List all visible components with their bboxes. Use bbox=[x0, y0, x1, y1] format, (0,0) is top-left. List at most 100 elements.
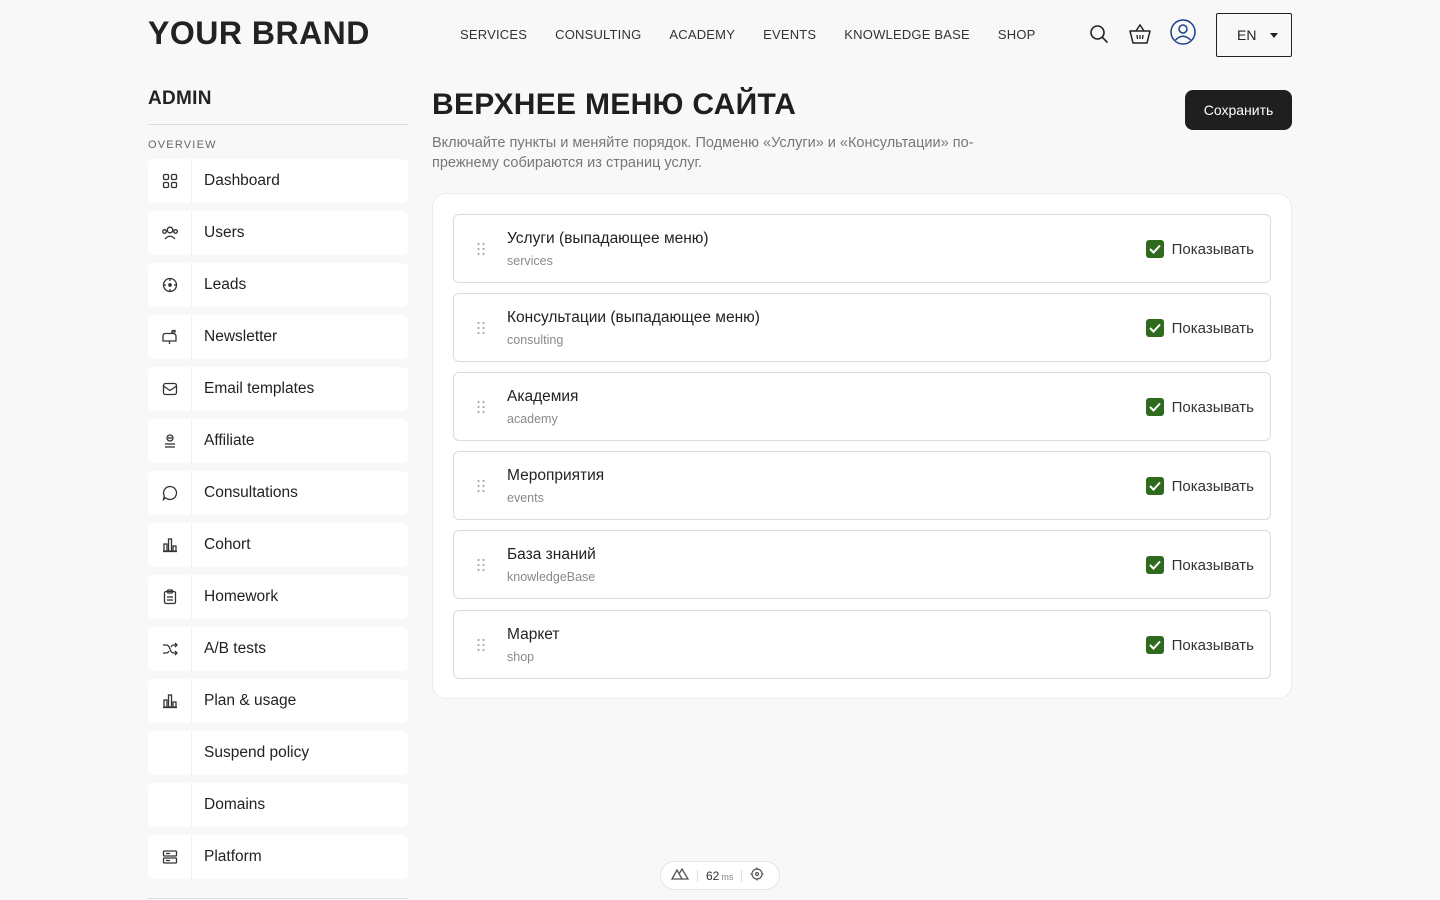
sidebar-item-label: Plan & usage bbox=[204, 692, 297, 709]
show-label: Показывать bbox=[1171, 398, 1254, 416]
show-checkbox[interactable]: Показывать bbox=[1145, 636, 1254, 654]
nav-events[interactable]: EVENTS bbox=[763, 27, 816, 42]
sidebar-title: ADMIN bbox=[148, 88, 408, 125]
users-icon bbox=[148, 211, 192, 255]
search-icon[interactable] bbox=[1087, 22, 1111, 46]
brand-logo[interactable]: YOUR BRAND bbox=[148, 15, 370, 52]
menu-item-row[interactable]: Услуги (выпадающее меню) services Показы… bbox=[453, 214, 1271, 283]
show-checkbox[interactable]: Показывать bbox=[1145, 398, 1254, 416]
sidebar-item-label: Platform bbox=[204, 848, 262, 865]
checkbox-checked-icon[interactable] bbox=[1145, 556, 1164, 574]
menu-item-row[interactable]: Мероприятия events Показывать bbox=[453, 451, 1271, 520]
menu-item-title: Маркет bbox=[507, 626, 560, 643]
show-checkbox[interactable]: Показывать bbox=[1145, 319, 1254, 337]
grid-icon bbox=[148, 159, 192, 203]
chevron-down-icon bbox=[1270, 33, 1278, 38]
checkbox-checked-icon[interactable] bbox=[1145, 240, 1164, 258]
blank-icon bbox=[148, 731, 192, 775]
checkbox-checked-icon[interactable] bbox=[1145, 477, 1164, 495]
sidebar-item-platform[interactable]: Platform bbox=[148, 835, 408, 879]
target-icon bbox=[148, 263, 192, 307]
show-checkbox[interactable]: Показывать bbox=[1145, 556, 1254, 574]
chat-icon bbox=[148, 471, 192, 515]
sidebar-section-label: OVERVIEW bbox=[148, 139, 217, 151]
cart-icon[interactable] bbox=[1128, 22, 1152, 46]
admin-sidebar: ADMIN OVERVIEW Dashboard Users Leads New bbox=[148, 88, 408, 887]
nav-academy[interactable]: ACADEMY bbox=[669, 27, 735, 42]
sidebar-item-suspend-policy[interactable]: Suspend policy bbox=[148, 731, 408, 775]
nav-shop[interactable]: SHOP bbox=[998, 27, 1036, 42]
site-header: YOUR BRAND SERVICES CONSULTING ACADEMY E… bbox=[0, 0, 1440, 70]
menu-item-key: services bbox=[507, 254, 553, 268]
sidebar-item-label: Users bbox=[204, 224, 245, 241]
sidebar-item-consultations[interactable]: Consultations bbox=[148, 471, 408, 515]
show-label: Показывать bbox=[1171, 556, 1254, 574]
menu-item-key: shop bbox=[507, 650, 535, 664]
sidebar-item-label: Cohort bbox=[204, 536, 251, 553]
server-icon bbox=[148, 835, 192, 879]
perf-unit: ms bbox=[721, 871, 734, 882]
menu-item-key: academy bbox=[507, 412, 558, 426]
show-label: Показывать bbox=[1171, 319, 1254, 337]
drag-handle-icon[interactable] bbox=[476, 242, 486, 256]
sidebar-item-homework[interactable]: Homework bbox=[148, 575, 408, 619]
sidebar-item-label: Homework bbox=[204, 588, 279, 605]
bar-chart-icon bbox=[148, 679, 192, 723]
drag-handle-icon[interactable] bbox=[476, 321, 486, 335]
checkbox-checked-icon[interactable] bbox=[1145, 319, 1164, 337]
menu-item-title: Мероприятия bbox=[507, 467, 605, 484]
bar-chart-icon bbox=[148, 523, 192, 567]
menu-item-key: knowledgeBase bbox=[507, 570, 596, 584]
sidebar-item-label: Consultations bbox=[204, 484, 298, 501]
menu-items-card: Услуги (выпадающее меню) services Показы… bbox=[432, 193, 1292, 699]
menu-item-row[interactable]: Маркет shop Показывать bbox=[453, 610, 1271, 679]
sidebar-item-affiliate[interactable]: Affiliate bbox=[148, 419, 408, 463]
checkbox-checked-icon[interactable] bbox=[1145, 636, 1164, 654]
menu-item-row[interactable]: Консультации (выпадающее меню) consultin… bbox=[453, 293, 1271, 362]
affiliate-icon bbox=[148, 419, 192, 463]
nav-consulting[interactable]: CONSULTING bbox=[555, 27, 641, 42]
drag-handle-icon[interactable] bbox=[476, 638, 486, 652]
menu-item-row[interactable]: Академия academy Показывать bbox=[453, 372, 1271, 441]
menu-item-title: База знаний bbox=[507, 546, 596, 563]
menu-item-key: events bbox=[507, 491, 544, 505]
show-label: Показывать bbox=[1171, 477, 1254, 495]
drag-handle-icon[interactable] bbox=[476, 400, 486, 414]
language-value: EN bbox=[1237, 27, 1257, 43]
shuffle-icon bbox=[148, 627, 192, 671]
menu-item-row[interactable]: База знаний knowledgeBase Показывать bbox=[453, 530, 1271, 599]
sidebar-item-label: Affiliate bbox=[204, 432, 255, 449]
sidebar-item-label: Newsletter bbox=[204, 328, 278, 345]
nav-knowledge-base[interactable]: KNOWLEDGE BASE bbox=[844, 27, 970, 42]
nav-services[interactable]: SERVICES bbox=[460, 27, 527, 42]
sidebar-item-domains[interactable]: Domains bbox=[148, 783, 408, 827]
drag-handle-icon[interactable] bbox=[476, 558, 486, 572]
sidebar-item-label: Dashboard bbox=[204, 172, 280, 189]
sidebar-item-ab-tests[interactable]: A/B tests bbox=[148, 627, 408, 671]
save-button[interactable]: Сохранить bbox=[1185, 90, 1292, 130]
page-title: ВЕРХНЕЕ МЕНЮ САЙТА bbox=[432, 88, 797, 121]
sidebar-item-leads[interactable]: Leads bbox=[148, 263, 408, 307]
perf-divider bbox=[741, 869, 743, 882]
sidebar-item-label: Suspend policy bbox=[204, 744, 310, 761]
sidebar-item-newsletter[interactable]: Newsletter bbox=[148, 315, 408, 359]
sidebar-item-plan-usage[interactable]: Plan & usage bbox=[148, 679, 408, 723]
devtools-perf-badge[interactable]: 62 ms bbox=[660, 861, 780, 890]
sidebar-item-cohort[interactable]: Cohort bbox=[148, 523, 408, 567]
sidebar-item-label: Domains bbox=[204, 796, 266, 813]
sidebar-item-email-templates[interactable]: Email templates bbox=[148, 367, 408, 411]
envelope-icon bbox=[148, 367, 192, 411]
sidebar-item-dashboard[interactable]: Dashboard bbox=[148, 159, 408, 203]
show-checkbox[interactable]: Показывать bbox=[1145, 477, 1254, 495]
show-label: Показывать bbox=[1171, 636, 1254, 654]
sidebar-divider bbox=[148, 898, 408, 899]
language-select[interactable]: EN bbox=[1216, 13, 1292, 57]
perf-value: 62 bbox=[706, 868, 720, 883]
sidebar-item-users[interactable]: Users bbox=[148, 211, 408, 255]
show-checkbox[interactable]: Показывать bbox=[1145, 240, 1254, 258]
user-icon[interactable] bbox=[1170, 19, 1196, 45]
drag-handle-icon[interactable] bbox=[476, 479, 486, 493]
checkbox-checked-icon[interactable] bbox=[1145, 398, 1164, 416]
mailbox-icon bbox=[148, 315, 192, 359]
inspect-icon[interactable] bbox=[750, 867, 764, 884]
